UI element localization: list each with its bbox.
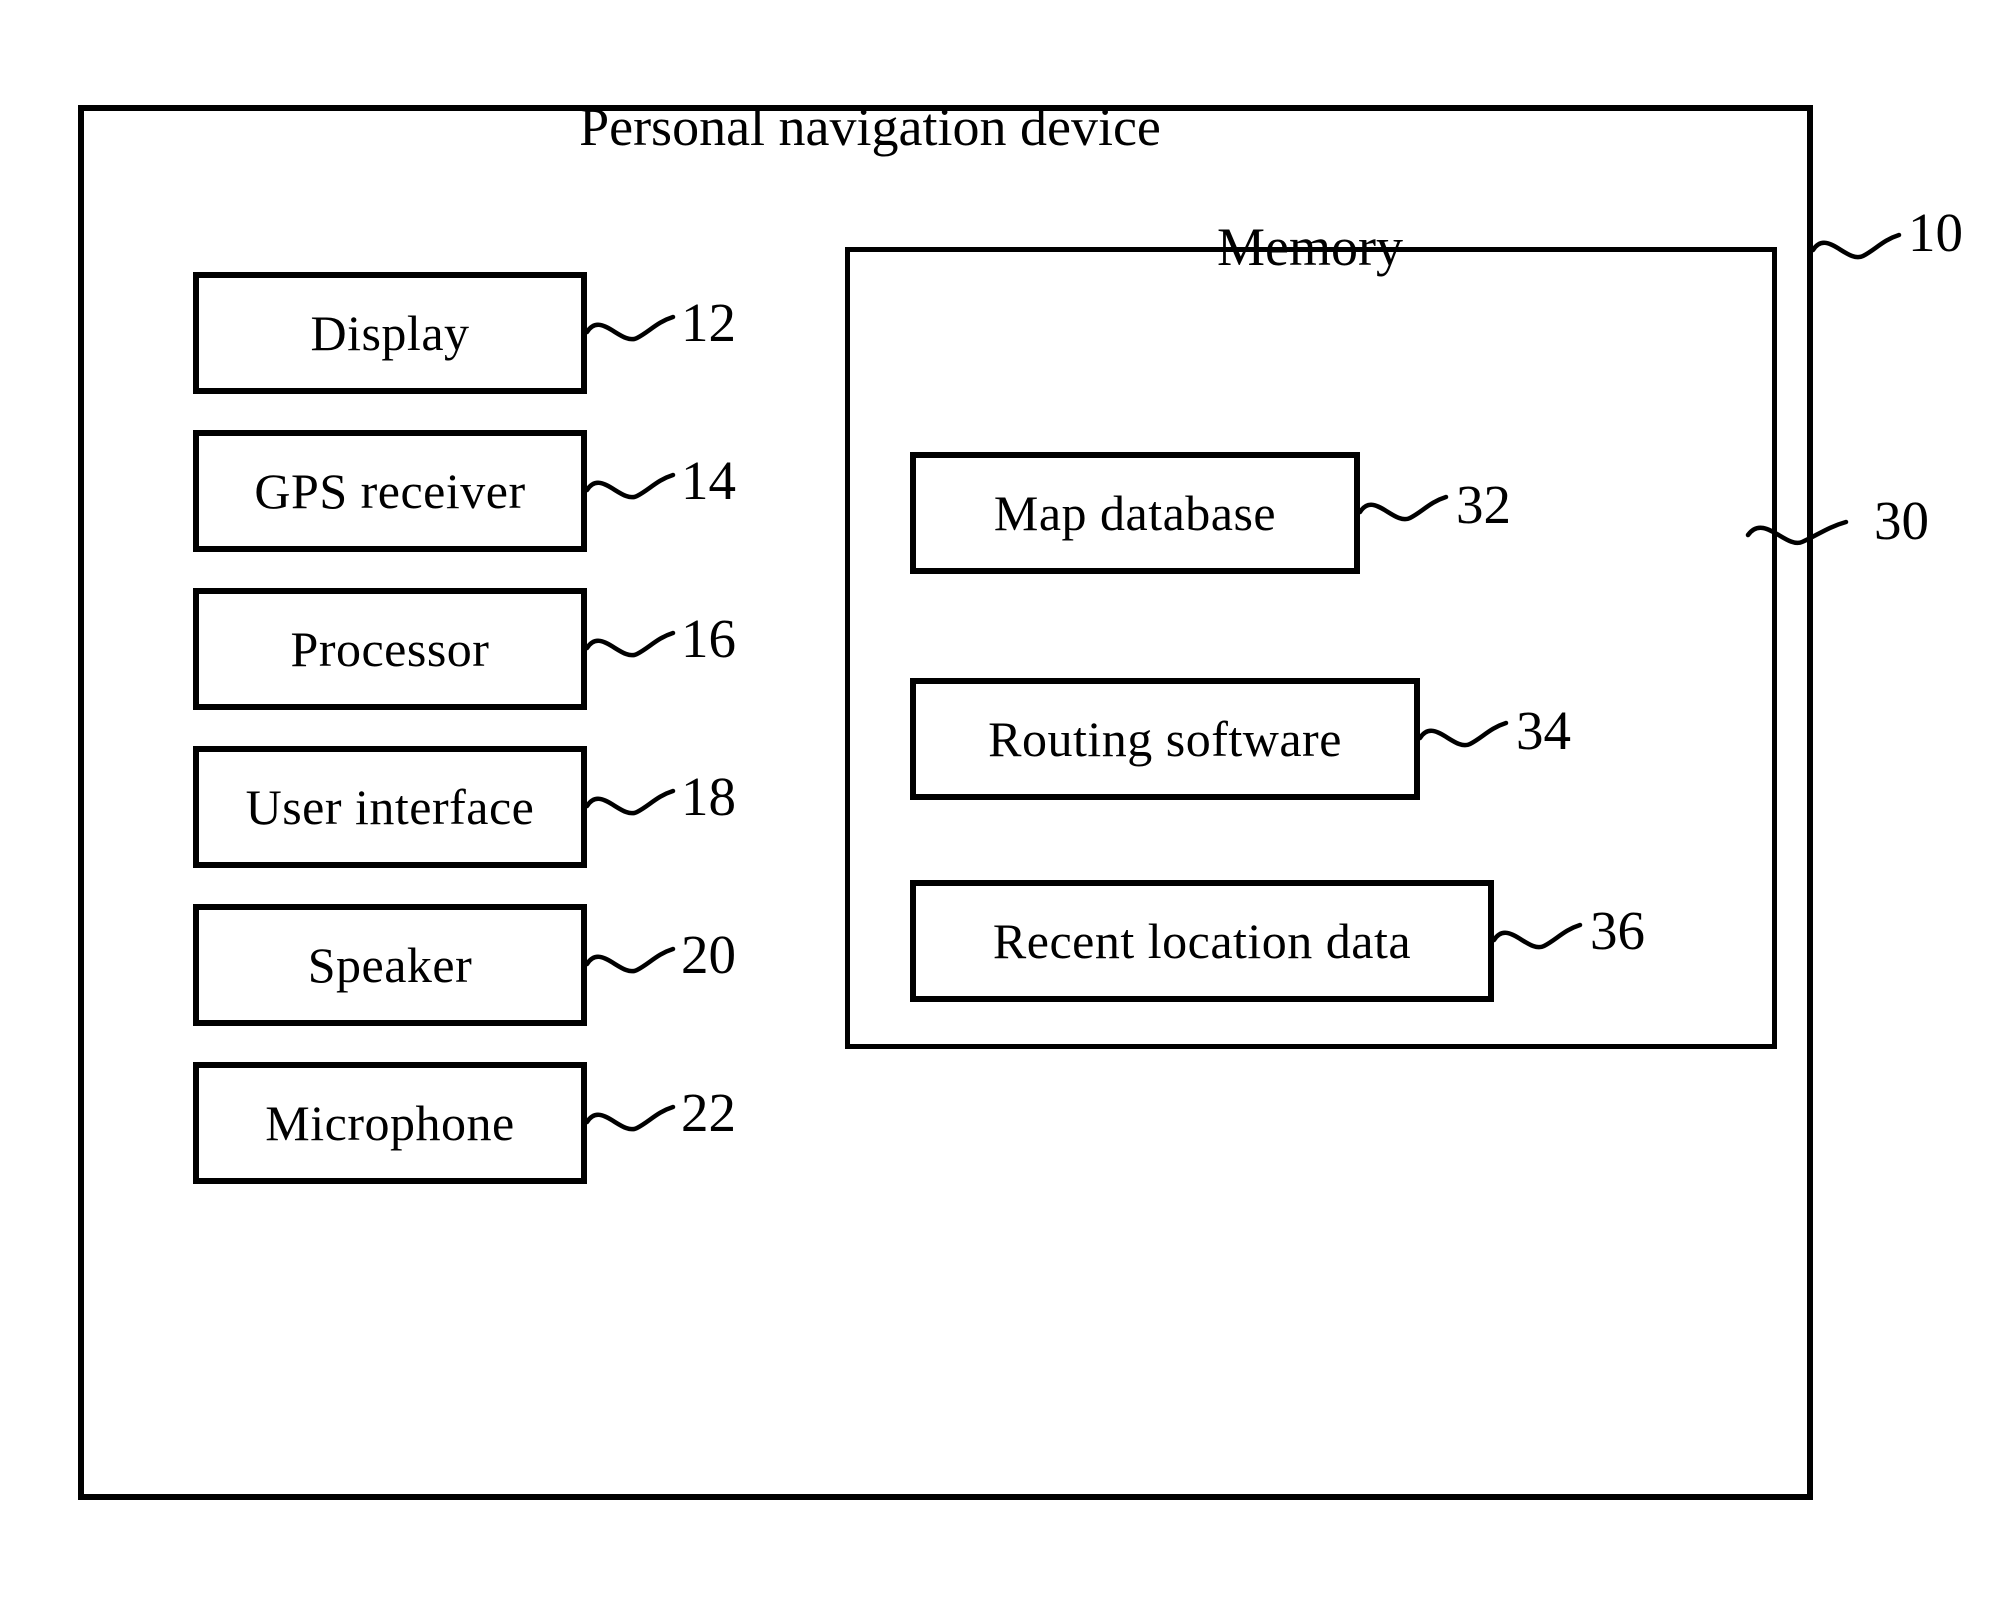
component-label-speaker: Speaker xyxy=(307,937,473,993)
component-box-microphone[interactable]: Microphone xyxy=(193,1062,587,1184)
component-label-user-interface: User interface xyxy=(245,779,535,835)
leader-line-map-database xyxy=(1357,494,1449,522)
memory-item-box-recent-location-data[interactable]: Recent location data xyxy=(910,880,1494,1002)
component-label-microphone: Microphone xyxy=(265,1095,515,1151)
ref-number-recent-location-data: 36 xyxy=(1590,900,1645,961)
component-label-gps-receiver: GPS receiver xyxy=(254,463,526,519)
ref-number-memory: 30 xyxy=(1874,490,1929,551)
leader-line-outer xyxy=(1810,232,1902,260)
ref-number-microphone: 22 xyxy=(681,1082,736,1143)
ref-number-gps-receiver: 14 xyxy=(681,450,736,511)
component-label-display: Display xyxy=(310,305,470,361)
component-box-user-interface[interactable]: User interface xyxy=(193,746,587,868)
ref-number-outer: 10 xyxy=(1908,202,1963,263)
component-box-display[interactable]: Display xyxy=(193,272,587,394)
ref-number-user-interface: 18 xyxy=(681,766,736,827)
figure-canvas: Personal navigation device 10 Display 12… xyxy=(0,0,2005,1619)
memory-title: Memory xyxy=(1217,217,1403,277)
memory-item-box-map-database[interactable]: Map database xyxy=(910,452,1360,574)
memory-item-box-routing-software[interactable]: Routing software xyxy=(910,678,1420,800)
ref-number-processor: 16 xyxy=(681,608,736,669)
figure-title: Personal navigation device xyxy=(579,97,1161,157)
leader-line-recent-location-data xyxy=(1491,922,1583,950)
component-box-processor[interactable]: Processor xyxy=(193,588,587,710)
ref-number-speaker: 20 xyxy=(681,924,736,985)
leader-line-routing-software xyxy=(1417,720,1509,748)
component-box-gps-receiver[interactable]: GPS receiver xyxy=(193,430,587,552)
memory-item-label-routing-software: Routing software xyxy=(988,711,1342,767)
memory-item-label-map-database: Map database xyxy=(993,485,1277,541)
component-label-processor: Processor xyxy=(290,621,490,677)
memory-item-label-recent-location-data: Recent location data xyxy=(992,913,1412,969)
ref-number-map-database: 32 xyxy=(1456,474,1511,535)
ref-number-display: 12 xyxy=(681,292,736,353)
ref-number-routing-software: 34 xyxy=(1516,700,1571,761)
component-box-speaker[interactable]: Speaker xyxy=(193,904,587,1026)
